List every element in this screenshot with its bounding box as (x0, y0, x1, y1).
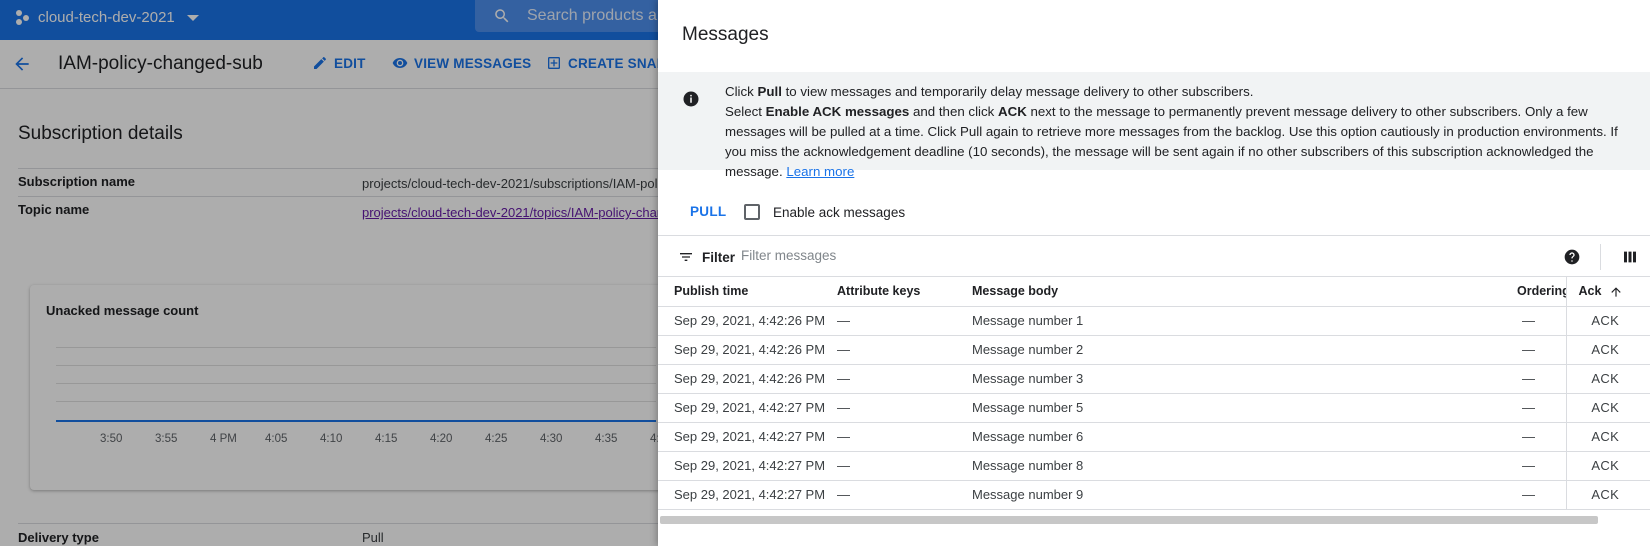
ordering-cell: — (1517, 451, 1566, 481)
message-body-cell: Message number 8 (972, 451, 1517, 481)
table-row: Sep 29, 2021, 4:42:26 PM — Message numbe… (658, 364, 1650, 394)
table-header-row: Publish time Attribute keys Message body… (658, 277, 1650, 307)
column-header-message-body[interactable]: Message body (972, 277, 1517, 307)
messages-table: Publish time Attribute keys Message body… (658, 277, 1650, 510)
filter-input[interactable] (741, 248, 1141, 263)
column-display-icon[interactable] (1622, 249, 1638, 265)
ordering-cell: — (1517, 364, 1566, 394)
info-icon (683, 91, 699, 107)
divider (1600, 244, 1601, 270)
panel-title: Messages (682, 24, 769, 45)
attribute-keys-cell: — (837, 335, 972, 365)
learn-more-link[interactable]: Learn more (786, 164, 854, 179)
enable-ack-toggle[interactable]: Enable ack messages (744, 204, 905, 220)
column-header-ordering[interactable]: Ordering (1517, 277, 1566, 307)
sort-arrow-up-icon[interactable] (1609, 285, 1623, 299)
ordering-cell: — (1517, 335, 1566, 365)
horizontal-scrollbar[interactable] (660, 516, 1598, 524)
attribute-keys-cell: — (837, 451, 972, 481)
publish-time-cell: Sep 29, 2021, 4:42:27 PM (658, 480, 837, 510)
publish-time-cell: Sep 29, 2021, 4:42:26 PM (658, 306, 837, 336)
table-row: Sep 29, 2021, 4:42:27 PM — Message numbe… (658, 422, 1650, 452)
ack-button[interactable]: ACK (1565, 422, 1650, 452)
filter-icon (680, 253, 692, 261)
table-row: Sep 29, 2021, 4:42:26 PM — Message numbe… (658, 335, 1650, 365)
message-body-cell: Message number 1 (972, 306, 1517, 336)
help-icon[interactable] (1564, 249, 1580, 265)
table-row: Sep 29, 2021, 4:42:26 PM — Message numbe… (658, 306, 1650, 336)
table-row: Sep 29, 2021, 4:42:27 PM — Message numbe… (658, 393, 1650, 423)
publish-time-cell: Sep 29, 2021, 4:42:26 PM (658, 364, 837, 394)
filter-button[interactable]: Filter (678, 249, 735, 265)
enable-ack-label: Enable ack messages (773, 204, 906, 220)
attribute-keys-cell: — (837, 393, 972, 423)
enable-ack-checkbox[interactable] (744, 204, 760, 220)
ack-button[interactable]: ACK (1565, 364, 1650, 394)
message-body-cell: Message number 9 (972, 480, 1517, 510)
publish-time-cell: Sep 29, 2021, 4:42:27 PM (658, 422, 837, 452)
message-body-cell: Message number 5 (972, 393, 1517, 423)
attribute-keys-cell: — (837, 480, 972, 510)
publish-time-cell: Sep 29, 2021, 4:42:27 PM (658, 451, 837, 481)
attribute-keys-cell: — (837, 422, 972, 452)
column-header-attribute-keys[interactable]: Attribute keys (837, 277, 972, 307)
table-row: Sep 29, 2021, 4:42:27 PM — Message numbe… (658, 451, 1650, 481)
message-body-cell: Message number 3 (972, 364, 1517, 394)
column-header-ack[interactable]: Ack (1565, 277, 1650, 307)
publish-time-cell: Sep 29, 2021, 4:42:26 PM (658, 335, 837, 365)
pull-button[interactable]: PULL (690, 204, 726, 219)
filter-bar: Filter (658, 235, 1650, 277)
info-text: Click Pull to view messages and temporar… (725, 84, 1618, 179)
ordering-cell: — (1517, 393, 1566, 423)
column-header-publish-time[interactable]: Publish time (658, 277, 837, 307)
attribute-keys-cell: — (837, 364, 972, 394)
ordering-cell: — (1517, 422, 1566, 452)
ordering-cell: — (1517, 480, 1566, 510)
publish-time-cell: Sep 29, 2021, 4:42:27 PM (658, 393, 837, 423)
message-body-cell: Message number 2 (972, 335, 1517, 365)
ordering-cell: — (1517, 306, 1566, 336)
ack-button[interactable]: ACK (1565, 306, 1650, 336)
attribute-keys-cell: — (837, 306, 972, 336)
message-body-cell: Message number 6 (972, 422, 1517, 452)
ack-button[interactable]: ACK (1565, 451, 1650, 481)
messages-panel: Messages Click Pull to view messages and… (658, 0, 1650, 546)
ack-button[interactable]: ACK (1565, 393, 1650, 423)
ack-button[interactable]: ACK (1565, 480, 1650, 510)
ack-button[interactable]: ACK (1565, 335, 1650, 365)
info-banner: Click Pull to view messages and temporar… (658, 72, 1650, 179)
table-row: Sep 29, 2021, 4:42:27 PM — Message numbe… (658, 480, 1650, 510)
